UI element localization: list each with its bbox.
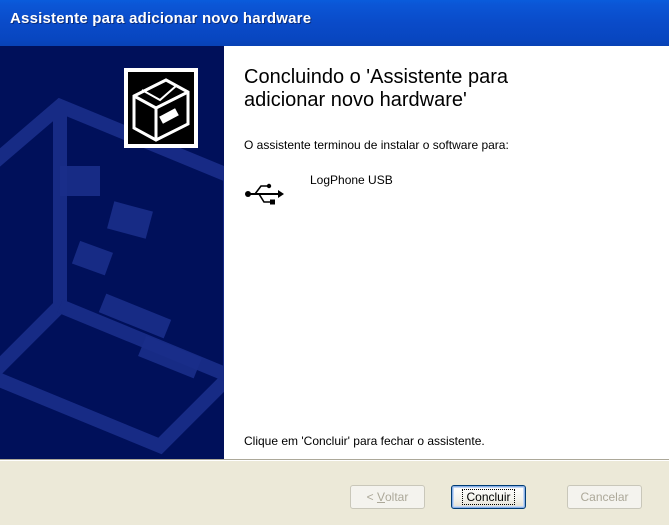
back-button-label: oltar — [385, 490, 409, 504]
installed-message: O assistente terminou de instalar o soft… — [244, 138, 509, 152]
device-name: LogPhone USB — [310, 173, 393, 187]
page-title: Concluindo o 'Assistente para adicionar … — [244, 66, 644, 112]
back-button[interactable]: < Voltar — [350, 485, 425, 509]
finish-instructions: Clique em 'Concluir' para fechar o assis… — [244, 434, 485, 448]
back-button-prefix: < — [366, 490, 377, 504]
page-title-line1: Concluindo o 'Assistente para — [244, 66, 508, 88]
title-bar[interactable]: Assistente para adicionar novo hardware — [0, 0, 669, 46]
cancel-button[interactable]: Cancelar — [567, 485, 642, 509]
hardware-watermark-graphic — [0, 68, 224, 455]
usb-icon — [245, 183, 284, 205]
page-title-line2: adicionar novo hardware' — [244, 89, 467, 111]
wizard-side-banner — [0, 46, 224, 459]
button-separator — [0, 459, 669, 461]
cancel-button-label: Cancelar — [580, 490, 629, 504]
wizard-content: Concluindo o 'Assistente para adicionar … — [224, 46, 669, 459]
window-title: Assistente para adicionar novo hardware — [10, 10, 312, 27]
finish-button-label: Concluir — [462, 489, 515, 505]
back-button-mnemonic: V — [376, 490, 385, 504]
hardware-wizard-icon — [124, 68, 198, 148]
wizard-body: Concluindo o 'Assistente para adicionar … — [0, 46, 669, 459]
finish-button[interactable]: Concluir — [451, 485, 526, 509]
